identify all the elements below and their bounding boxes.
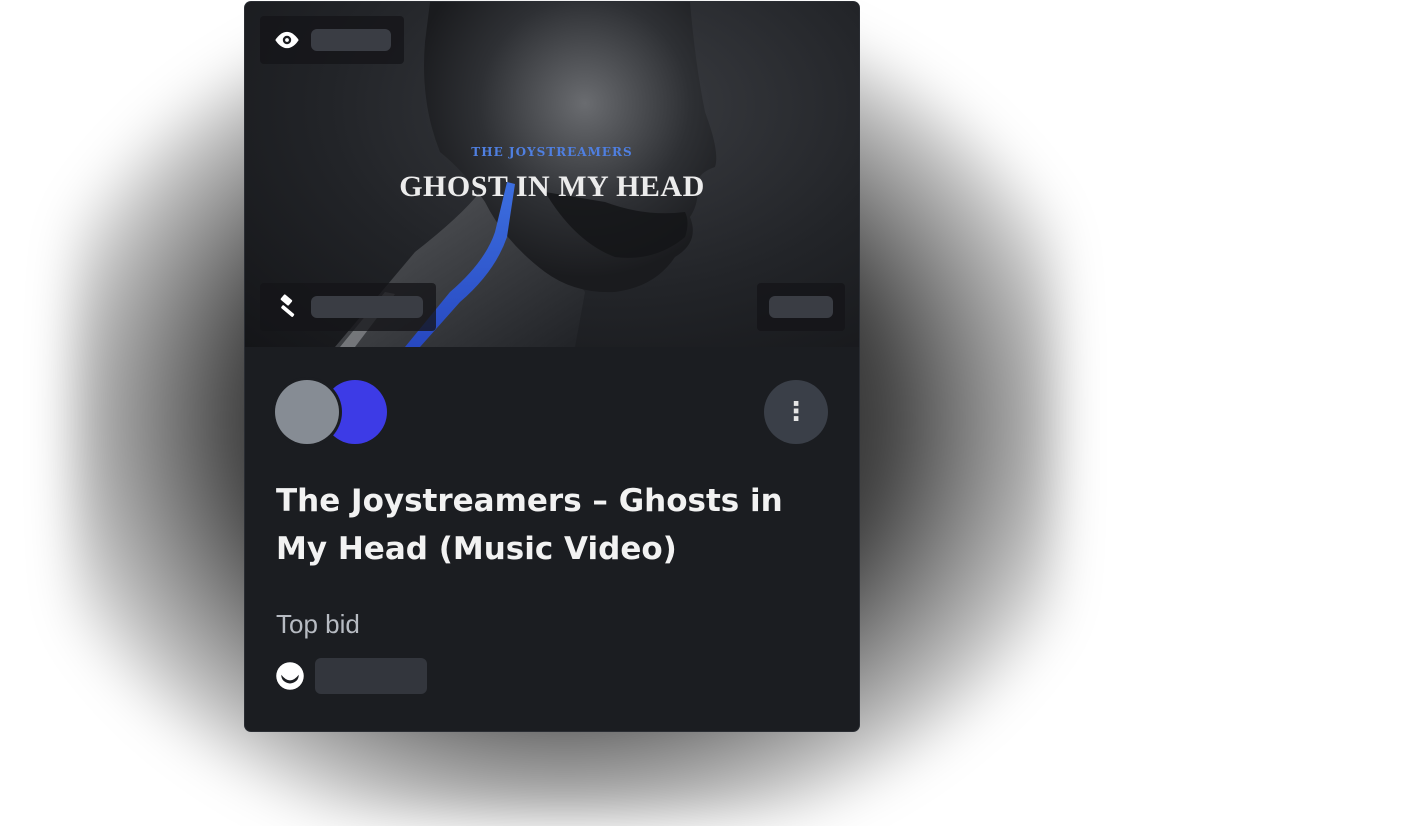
eye-icon xyxy=(275,31,299,49)
top-bid-value-row xyxy=(275,658,427,694)
views-chip xyxy=(260,16,404,64)
auction-status-placeholder xyxy=(311,296,423,318)
owner-avatars[interactable] xyxy=(275,380,395,446)
cover-artist-overline: THE JOYSTREAMERS xyxy=(471,145,633,159)
top-bid-amount-placeholder xyxy=(315,658,427,694)
joystream-token-icon xyxy=(276,662,304,690)
auction-chip xyxy=(260,283,436,331)
stage: THE JOYSTREAMERS GHOST IN MY HEAD ⋮ The … xyxy=(0,0,1424,826)
video-title[interactable]: The Joystreamers – Ghosts in My Head (Mu… xyxy=(276,477,816,573)
cover-headline: GHOST IN MY HEAD xyxy=(399,170,705,203)
views-count-placeholder xyxy=(311,29,391,51)
top-bid-label: Top bid xyxy=(276,609,360,639)
video-cover[interactable]: THE JOYSTREAMERS GHOST IN MY HEAD xyxy=(245,2,859,347)
duration-placeholder xyxy=(769,296,833,318)
owner-avatar[interactable] xyxy=(275,380,339,444)
gavel-icon xyxy=(280,294,295,317)
video-nft-card[interactable]: THE JOYSTREAMERS GHOST IN MY HEAD ⋮ The … xyxy=(245,2,859,731)
more-options-button[interactable]: ⋮ xyxy=(764,380,828,444)
kebab-menu-icon: ⋮ xyxy=(783,397,809,427)
duration-chip xyxy=(757,283,845,331)
